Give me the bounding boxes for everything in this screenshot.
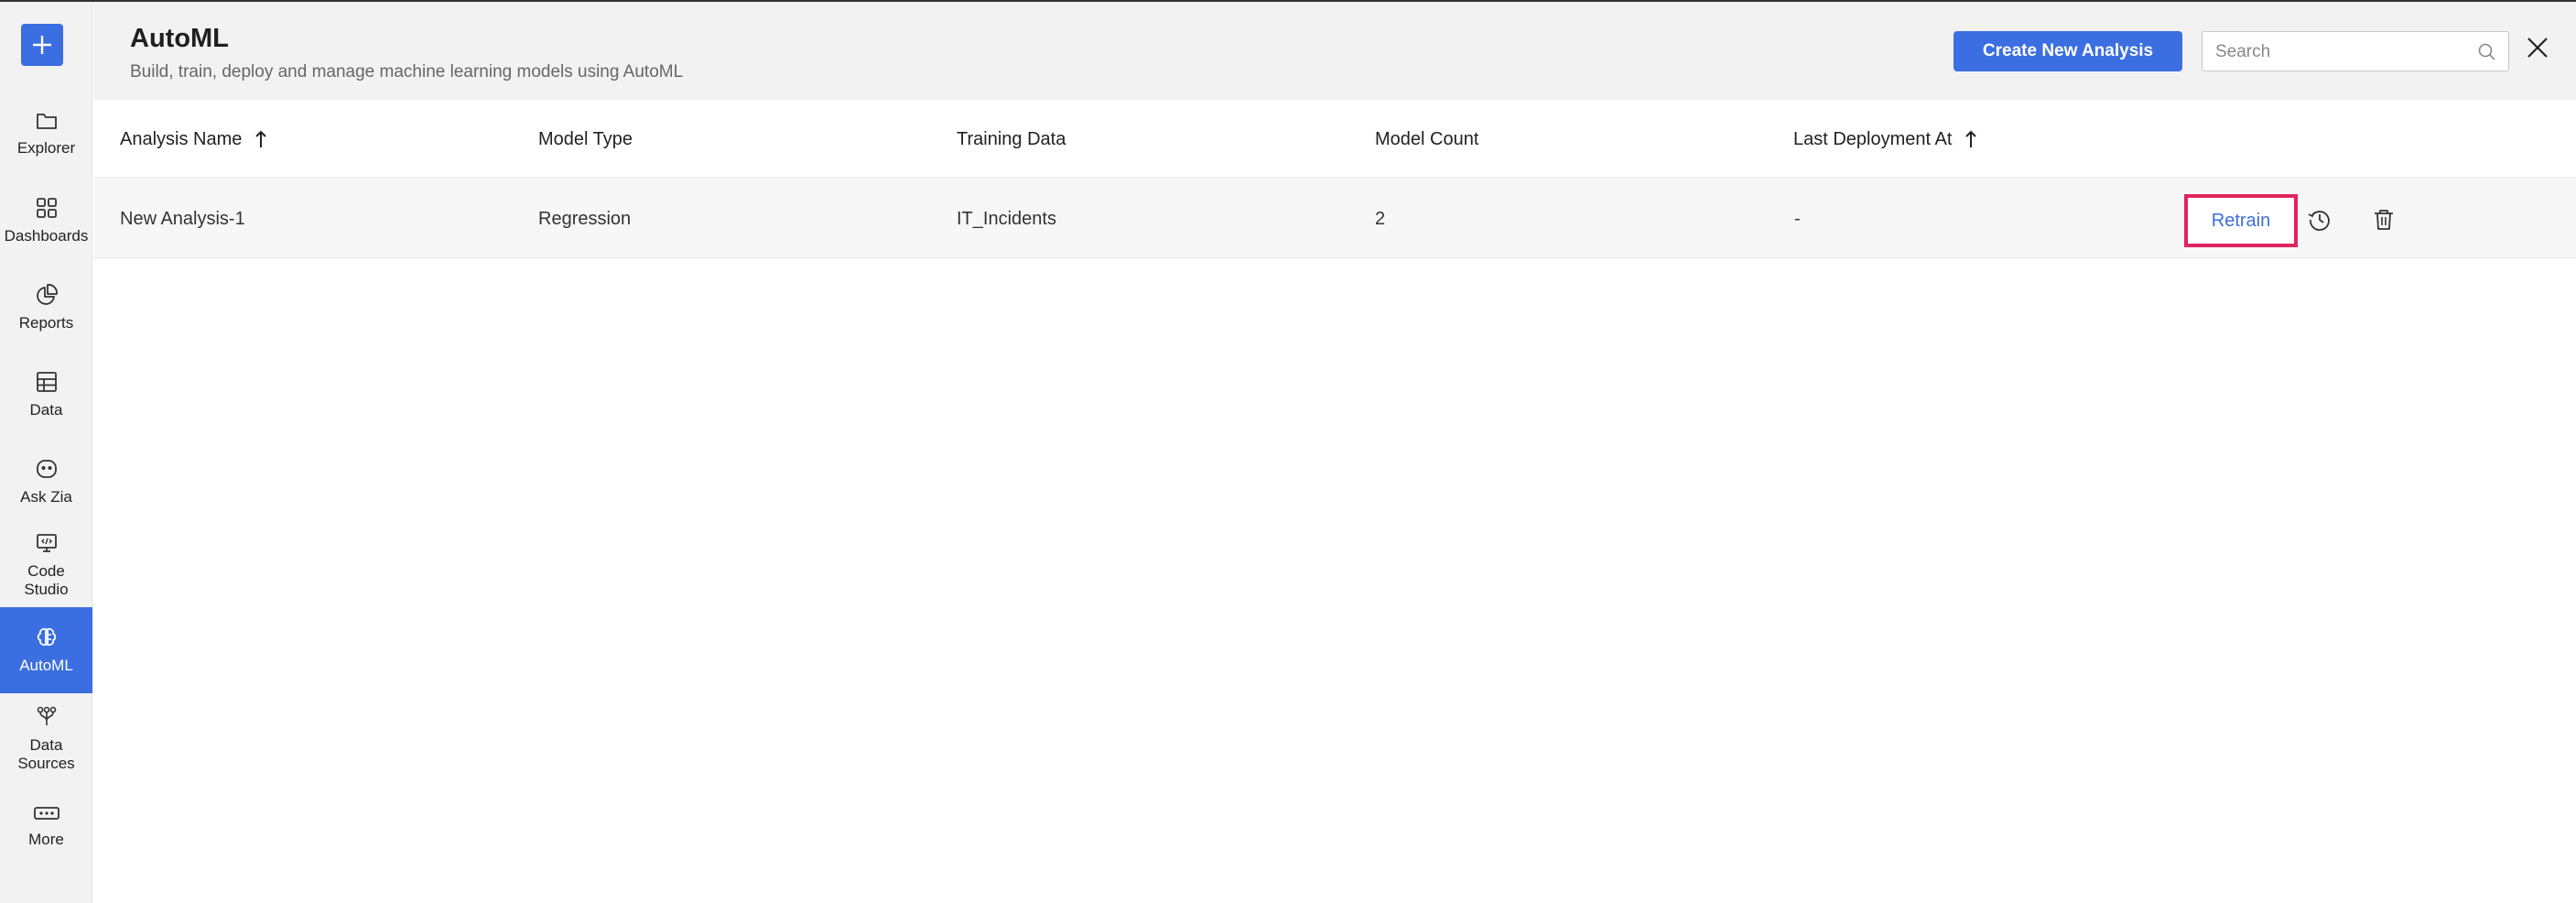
sidebar-item-label: Code Studio bbox=[24, 562, 69, 598]
grid-icon bbox=[36, 198, 57, 218]
history-icon[interactable] bbox=[2307, 207, 2332, 233]
column-header-last-deployment[interactable]: Last Deployment At bbox=[1793, 100, 1977, 179]
sidebar-item-more[interactable]: More bbox=[0, 789, 92, 863]
page-title: AutoML bbox=[130, 24, 229, 53]
sort-arrow-up-icon[interactable] bbox=[254, 129, 267, 149]
sidebar-item-label: More bbox=[28, 831, 64, 848]
add-button[interactable] bbox=[21, 24, 63, 66]
column-header-model-type[interactable]: Model Type bbox=[538, 100, 633, 179]
column-label: Analysis Name bbox=[120, 128, 243, 149]
table-header: Analysis Name Model Type Training Data M… bbox=[93, 100, 2576, 179]
last-deployment-cell: - bbox=[1794, 208, 1801, 229]
more-icon bbox=[33, 807, 60, 820]
sidebar-item-ask-zia[interactable]: Ask Zia bbox=[0, 441, 92, 522]
trash-icon[interactable] bbox=[2371, 207, 2397, 233]
analysis-name-cell[interactable]: New Analysis-1 bbox=[120, 180, 245, 258]
sort-arrow-up-icon[interactable] bbox=[1964, 129, 1977, 149]
sidebar-item-data[interactable]: Data bbox=[0, 354, 92, 435]
sidebar-item-reports[interactable]: Reports bbox=[0, 267, 92, 348]
sidebar-item-dashboards[interactable]: Dashboards bbox=[0, 180, 92, 261]
sidebar-item-label: Dashboards bbox=[4, 227, 89, 245]
pie-chart-icon bbox=[36, 284, 58, 305]
folder-icon bbox=[36, 114, 57, 129]
page-subtitle: Build, train, deploy and manage machine … bbox=[130, 62, 684, 82]
column-header-model-count[interactable]: Model Count bbox=[1375, 100, 1478, 179]
column-label: Model Type bbox=[538, 128, 633, 149]
column-label: Model Count bbox=[1375, 128, 1479, 149]
plus-icon bbox=[33, 36, 51, 54]
close-icon[interactable] bbox=[2525, 35, 2550, 60]
column-header-training-data[interactable]: Training Data bbox=[957, 100, 1066, 179]
model-count-cell: 2 bbox=[1375, 208, 1386, 229]
data-sources-icon bbox=[37, 706, 56, 725]
sidebar-item-automl[interactable]: AutoML bbox=[0, 607, 92, 693]
table-row[interactable]: New Analysis-1 Regression IT_Incidents 2… bbox=[93, 180, 2576, 258]
sidebar-item-data-sources[interactable]: Data Sources bbox=[0, 693, 92, 785]
search-input[interactable] bbox=[2215, 39, 2462, 65]
sidebar-item-label: Explorer bbox=[16, 139, 76, 157]
zia-icon bbox=[36, 460, 57, 478]
search-box bbox=[2202, 31, 2509, 71]
column-header-analysis-name[interactable]: Analysis Name bbox=[120, 100, 267, 179]
sidebar-item-label: Reports bbox=[18, 314, 74, 332]
retrain-button[interactable]: Retrain bbox=[2184, 194, 2298, 247]
sidebar: Explorer Dashboards Reports Data Ask Zia… bbox=[0, 2, 92, 903]
model-type-cell: Regression bbox=[538, 208, 632, 229]
sidebar-item-explorer[interactable]: Explorer bbox=[0, 93, 92, 174]
sidebar-item-label: Data bbox=[29, 401, 63, 419]
page-header: AutoML Build, train, deploy and manage m… bbox=[93, 2, 2576, 100]
column-label: Last Deployment At bbox=[1793, 128, 1953, 149]
column-label: Training Data bbox=[957, 128, 1066, 149]
brain-icon bbox=[37, 627, 56, 647]
sidebar-item-label: Data Sources bbox=[17, 736, 75, 772]
code-icon bbox=[36, 534, 57, 552]
table-icon bbox=[36, 372, 57, 392]
create-new-analysis-button[interactable]: Create New Analysis bbox=[1954, 31, 2182, 71]
search-icon[interactable] bbox=[2477, 42, 2497, 62]
sidebar-item-label: AutoML bbox=[19, 657, 73, 674]
sidebar-item-label: Ask Zia bbox=[20, 488, 72, 506]
training-data-cell: IT_Incidents bbox=[957, 208, 1056, 229]
sidebar-item-code-studio[interactable]: Code Studio bbox=[0, 519, 92, 611]
